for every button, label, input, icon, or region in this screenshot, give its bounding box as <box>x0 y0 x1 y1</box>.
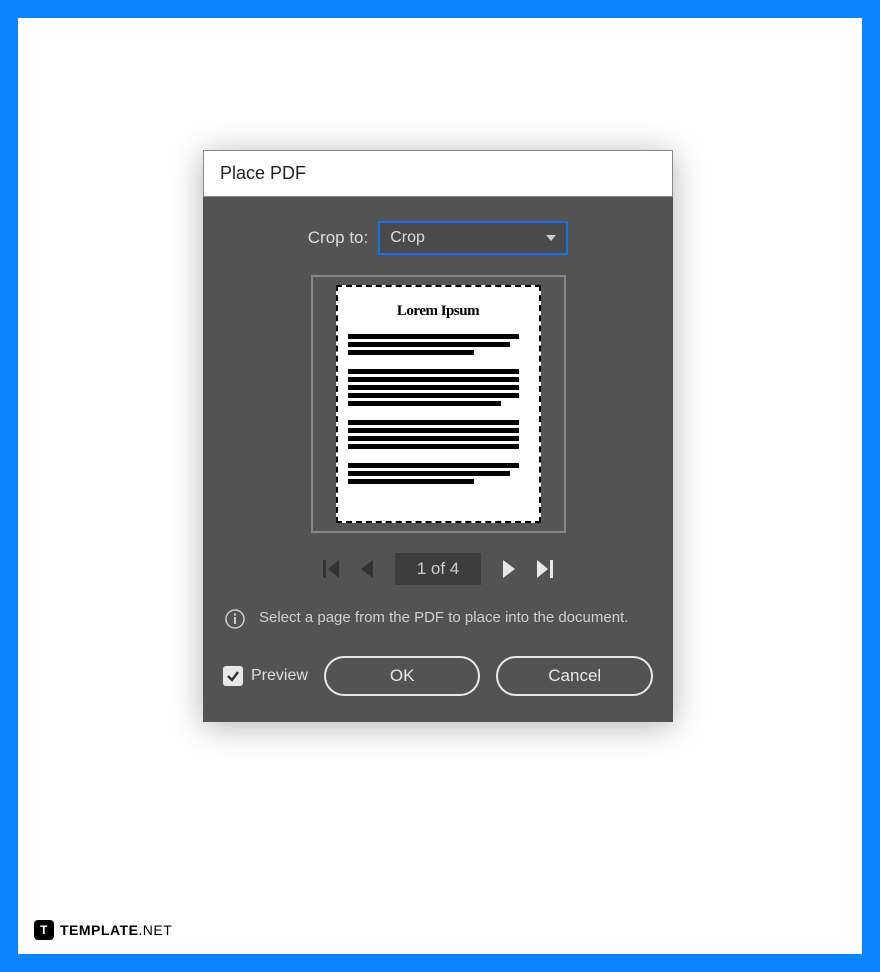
pdf-page-thumbnail[interactable]: Lorem Ipsum <box>336 285 541 523</box>
crop-to-select[interactable]: Crop <box>378 221 568 255</box>
info-text: Select a page from the PDF to place into… <box>259 607 628 630</box>
page-indicator[interactable]: 1 of 4 <box>395 553 482 585</box>
crop-to-label: Crop to: <box>308 228 368 248</box>
pdf-preview: Lorem Ipsum <box>311 275 566 533</box>
brand-suffix: .NET <box>138 922 172 938</box>
thumbnail-heading: Lorem Ipsum <box>397 303 479 320</box>
place-pdf-dialog: Place PDF Crop to: Crop Lorem Ipsum <box>203 150 673 722</box>
next-page-icon[interactable] <box>503 560 515 578</box>
cancel-button[interactable]: Cancel <box>496 656 653 696</box>
crop-to-value: Crop <box>390 229 425 247</box>
checkmark-icon <box>223 666 243 686</box>
preview-checkbox[interactable]: Preview <box>223 666 308 686</box>
thumbnail-body-lines <box>348 334 529 484</box>
chevron-down-icon <box>546 235 556 241</box>
prev-page-icon <box>361 560 373 578</box>
brand-name: TEMPLATE <box>60 922 138 938</box>
watermark: T TEMPLATE.NET <box>34 920 172 940</box>
ok-button[interactable]: OK <box>324 656 481 696</box>
brand-icon: T <box>34 920 54 940</box>
info-icon <box>225 609 245 629</box>
page-navigation: 1 of 4 <box>223 553 653 585</box>
dialog-title: Place PDF <box>203 150 673 197</box>
last-page-icon[interactable] <box>537 560 553 578</box>
info-message: Select a page from the PDF to place into… <box>223 607 653 630</box>
first-page-icon <box>323 560 339 578</box>
preview-checkbox-label: Preview <box>251 667 308 685</box>
